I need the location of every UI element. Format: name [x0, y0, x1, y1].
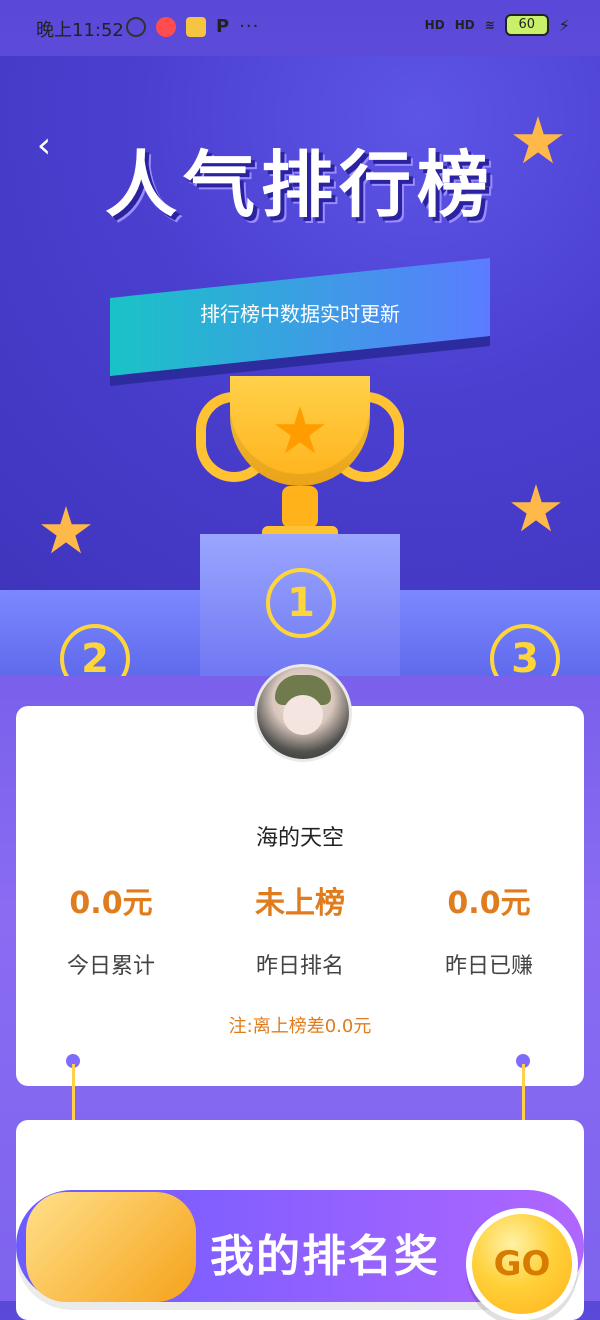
- status-bar: 晚上11:52 P ··· HD HD ≋ 60 ⚡: [0, 0, 600, 56]
- alarm-icon: [126, 16, 146, 37]
- p-icon: P: [216, 16, 230, 37]
- trophy-stem: [282, 486, 318, 528]
- stat-label: 昨日已赚: [444, 954, 533, 979]
- username: 海的天空: [255, 826, 344, 851]
- status-left-icons: P ···: [126, 16, 259, 37]
- battery-indicator: 60: [504, 14, 549, 36]
- stats-row: 0.0元 今日累计 未上榜 昨日排名 0.0元 昨日已赚: [16, 878, 584, 988]
- cashapp-icon: [186, 16, 206, 37]
- banner-text: 我的排名奖: [210, 1231, 440, 1282]
- subtitle-ribbon: 排行榜中数据实时更新: [110, 258, 490, 376]
- stat-value: 未上榜: [255, 886, 345, 921]
- banner-illustration: [26, 1192, 196, 1302]
- wifi-icon: ≋: [484, 18, 495, 32]
- signal-hd-2: HD: [454, 18, 475, 32]
- weibo-icon: [156, 16, 176, 37]
- page-title: 人气排行榜: [104, 143, 495, 227]
- status-right: HD HD ≋ 60 ⚡: [425, 14, 570, 36]
- stat-label: 昨日排名: [255, 954, 344, 979]
- stat-earned: 0.0元 昨日已赚: [394, 878, 584, 980]
- hero-section: ‹ 人气排行榜 排行榜中数据实时更新 1 2 3: [0, 56, 600, 676]
- stat-label: 今日累计: [66, 954, 155, 979]
- signal-hd-1: HD: [424, 18, 445, 32]
- status-time: 晚上11:52: [36, 20, 124, 41]
- stat-today: 0.0元 今日累计: [16, 878, 206, 980]
- avatar[interactable]: [254, 664, 352, 762]
- stat-value: 0.0元: [447, 886, 531, 921]
- more-dots: ···: [239, 16, 260, 37]
- avatar-face: [283, 695, 323, 735]
- stat-value: 0.0元: [69, 886, 153, 921]
- charging-icon: ⚡: [558, 15, 570, 35]
- subtitle-text: 排行榜中数据实时更新: [200, 302, 400, 326]
- podium: 1 2 3: [0, 534, 600, 676]
- podium-number-1: 1: [266, 568, 336, 638]
- go-button[interactable]: GO: [466, 1208, 578, 1320]
- trophy-icon: [196, 376, 404, 556]
- ranking-note: 注:离上榜差0.0元: [228, 1016, 372, 1037]
- stat-rank: 未上榜 昨日排名: [205, 878, 395, 980]
